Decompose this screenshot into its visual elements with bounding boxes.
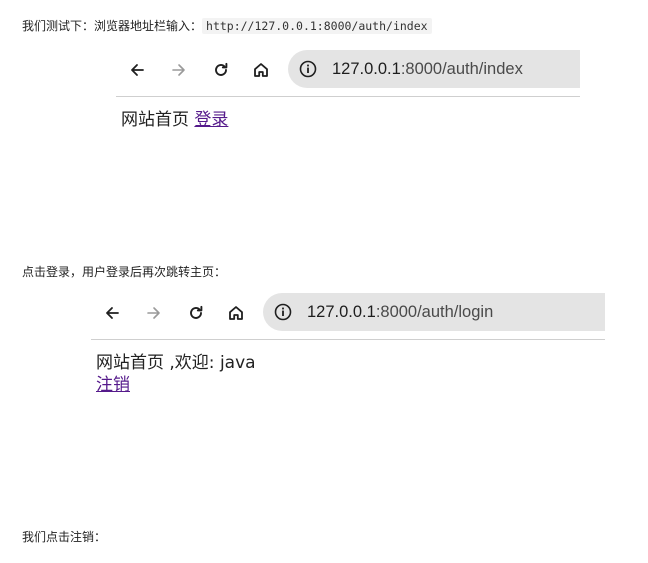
welcome-text: 网站首页 ,欢迎: java — [96, 353, 256, 373]
browser-screenshot-login: 127.0.0.1:8000/auth/login — [91, 293, 605, 341]
toolbar-divider — [116, 96, 580, 97]
intro-text-2: 点击登录，用户登录后再次跳转主页： — [22, 265, 227, 279]
intro-paragraph-1: 我们测试下：浏览器地址栏输入： http://127.0.0.1:8000/aut… — [22, 17, 432, 35]
browser-screenshot-index: 127.0.0.1:8000/auth/index — [116, 50, 580, 98]
intro-paragraph-2: 点击登录，用户登录后再次跳转主页： — [22, 263, 226, 281]
page-content-login: 网站首页 ,欢迎: java 注销 — [96, 352, 256, 396]
forward-arrow-icon[interactable] — [140, 299, 168, 327]
back-arrow-icon[interactable] — [98, 299, 126, 327]
reload-icon[interactable] — [207, 56, 235, 84]
browser-toolbar: 127.0.0.1:8000/auth/login — [91, 293, 605, 333]
site-home-text: 网站首页 — [121, 110, 189, 130]
url-path: :8000/auth/login — [375, 303, 494, 321]
url-host: 127.0.0.1 — [307, 303, 376, 321]
inline-code-url: http://127.0.0.1:8000/auth/index — [202, 18, 432, 34]
intro-paragraph-3: 我们点击注销： — [22, 528, 106, 546]
home-icon[interactable] — [222, 299, 250, 327]
info-icon[interactable] — [298, 59, 318, 79]
home-icon[interactable] — [247, 56, 275, 84]
intro-text-1: 我们测试下：浏览器地址栏输入： — [22, 19, 203, 33]
forward-arrow-icon[interactable] — [165, 56, 193, 84]
address-url: 127.0.0.1:8000/auth/index — [332, 50, 523, 88]
back-arrow-icon[interactable] — [123, 56, 151, 84]
login-link[interactable]: 登录 — [194, 110, 228, 130]
url-host: 127.0.0.1 — [332, 60, 401, 78]
page-content-index: 网站首页 登录 — [121, 109, 228, 131]
url-path: :8000/auth/index — [400, 60, 523, 78]
toolbar-divider — [91, 339, 605, 340]
address-bar[interactable]: 127.0.0.1:8000/auth/login — [263, 293, 605, 331]
address-bar[interactable]: 127.0.0.1:8000/auth/index — [288, 50, 580, 88]
browser-toolbar: 127.0.0.1:8000/auth/index — [116, 50, 580, 90]
address-url: 127.0.0.1:8000/auth/login — [307, 293, 493, 331]
reload-icon[interactable] — [182, 299, 210, 327]
info-icon[interactable] — [273, 302, 293, 322]
logout-link[interactable]: 注销 — [96, 375, 130, 395]
intro-text-3: 我们点击注销： — [22, 530, 107, 544]
